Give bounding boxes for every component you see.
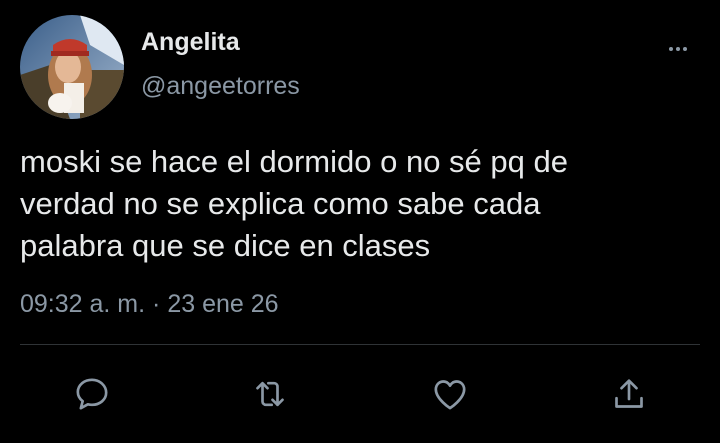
avatar[interactable]	[20, 15, 124, 119]
tweet-time: 09:32 a. m.	[20, 290, 146, 318]
share-icon	[615, 379, 643, 408]
dot	[676, 47, 680, 51]
dot	[669, 47, 673, 51]
username-handle[interactable]: @angeetorres	[141, 70, 300, 102]
tweet-date: 23 ene 26	[167, 290, 279, 318]
tweet-timestamp[interactable]: 09:32 a. m. · 23 ene 26	[20, 288, 279, 320]
share-button[interactable]	[607, 372, 651, 416]
tweet-card: Angelita @angeetorres moski se hace el d…	[0, 0, 720, 443]
profile-photo-icon	[20, 15, 124, 119]
tweet-text: moski se hace el dormido o no sé pq de v…	[20, 144, 568, 263]
reply-button[interactable]	[70, 372, 114, 416]
divider	[20, 344, 700, 345]
more-options-icon[interactable]	[662, 38, 694, 60]
retweet-icon	[256, 381, 284, 407]
speech-bubble-icon	[76, 378, 108, 410]
display-name[interactable]: Angelita	[141, 26, 240, 58]
retweet-button[interactable]	[248, 372, 292, 416]
dot	[683, 47, 687, 51]
action-bar	[0, 372, 720, 416]
heart-icon	[434, 380, 466, 410]
meta-separator: ·	[152, 290, 161, 318]
like-button[interactable]	[428, 372, 472, 416]
